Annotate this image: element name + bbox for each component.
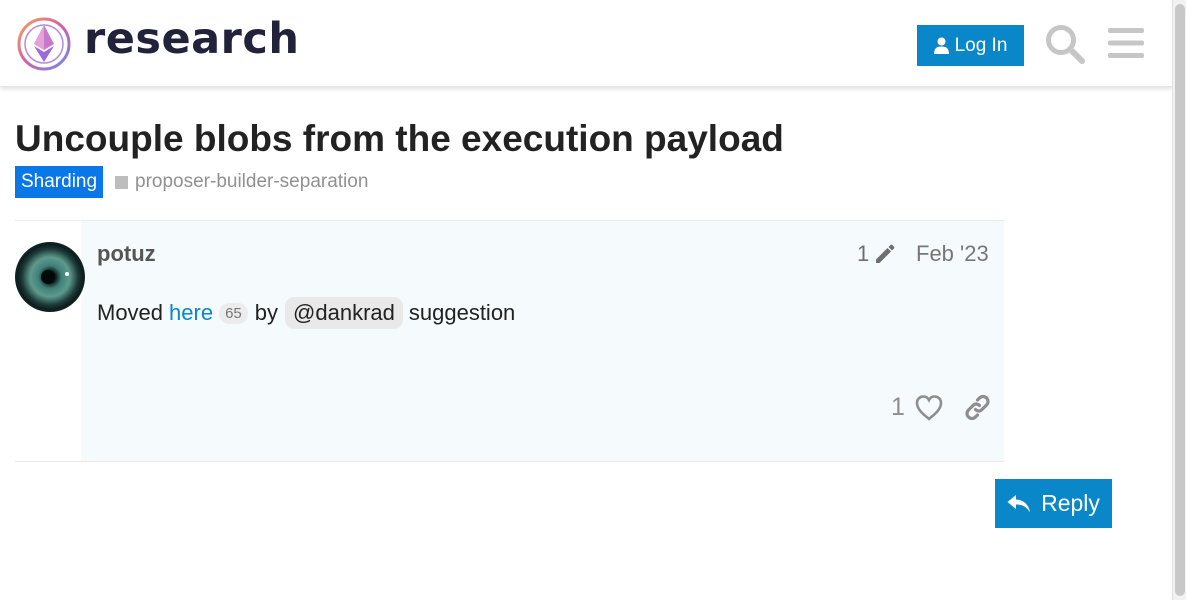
avatar[interactable]: [15, 242, 85, 312]
post-date[interactable]: Feb '23: [916, 241, 989, 267]
reply-icon: [1007, 494, 1031, 512]
site-header: research Log In: [0, 0, 1172, 87]
post-content: Moved here 65 by @dankrad suggestion: [97, 297, 515, 329]
edit-count[interactable]: 1: [857, 241, 869, 267]
page-scrollbar[interactable]: [1172, 0, 1186, 600]
user-mention[interactable]: @dankrad: [285, 297, 403, 329]
pencil-icon[interactable]: [873, 242, 897, 266]
heart-icon[interactable]: [915, 394, 943, 421]
ethereum-research-logo[interactable]: [16, 16, 72, 72]
login-button[interactable]: Log In: [917, 25, 1024, 66]
tag-label: proposer-builder-separation: [135, 171, 369, 192]
reply-label: Reply: [1041, 490, 1100, 516]
post-text-by: by: [254, 300, 279, 325]
post-text-before: Moved: [97, 300, 164, 325]
scrollbar-thumb[interactable]: [1175, 4, 1185, 596]
post-username[interactable]: potuz: [97, 241, 156, 267]
search-icon[interactable]: [1044, 23, 1086, 65]
site-title[interactable]: research: [84, 14, 299, 64]
tag-square-icon: [115, 175, 128, 189]
user-icon: [933, 37, 949, 54]
link-icon[interactable]: [964, 394, 991, 421]
category-badge[interactable]: Sharding: [15, 166, 104, 198]
reply-button[interactable]: Reply: [995, 479, 1112, 528]
hamburger-menu-icon[interactable]: [1107, 26, 1145, 60]
post-link[interactable]: here: [169, 300, 213, 326]
login-label: Log In: [954, 34, 1008, 56]
link-click-count: 65: [219, 302, 248, 324]
topic-tag[interactable]: proposer-builder-separation: [115, 170, 368, 194]
like-count[interactable]: 1: [891, 393, 905, 422]
post-divider: [15, 461, 1004, 462]
post-text-after: suggestion: [408, 300, 516, 325]
topic-title[interactable]: Uncouple blobs from the execution payloa…: [15, 118, 784, 160]
